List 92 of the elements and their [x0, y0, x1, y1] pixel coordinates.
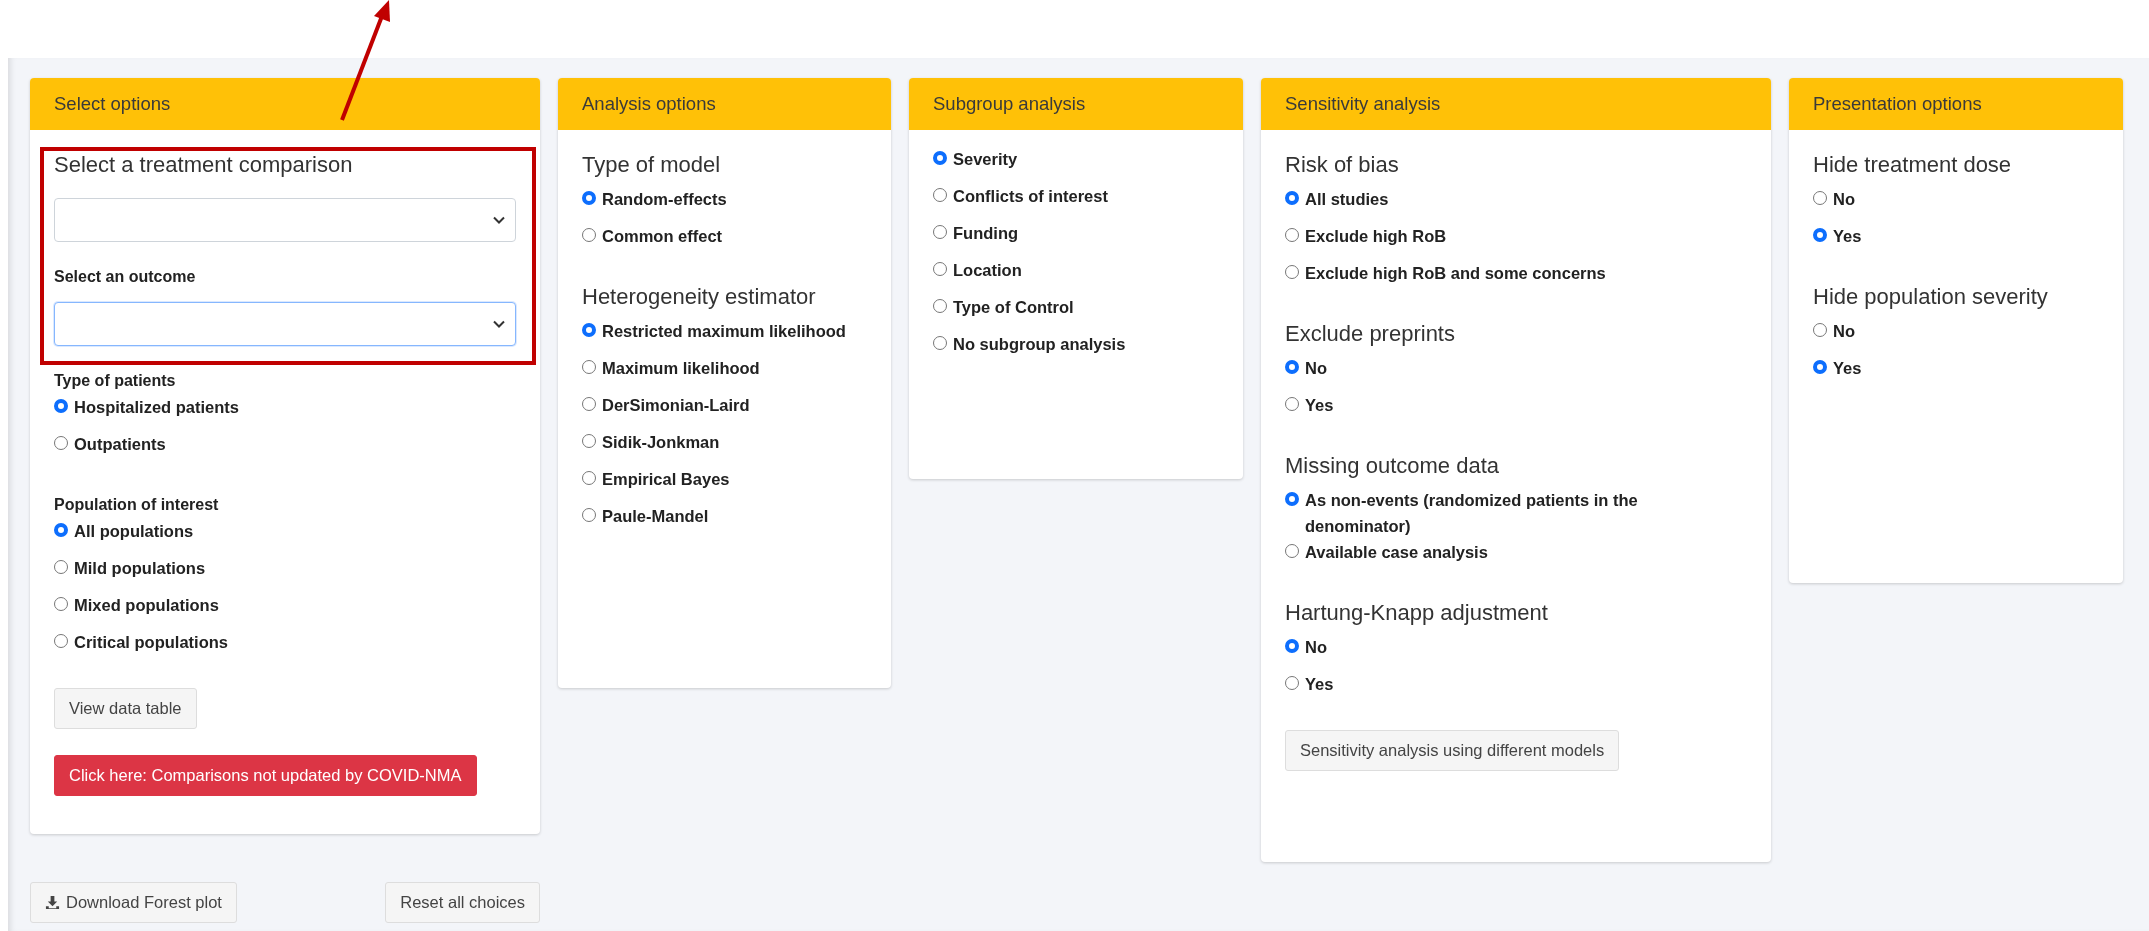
radio-label[interactable]: Severity [953, 146, 1018, 172]
radio-button[interactable] [582, 471, 596, 485]
radio-label[interactable]: Paule-Mandel [602, 503, 709, 529]
radio-button[interactable] [1285, 360, 1299, 374]
section-heading: Type of model [582, 152, 722, 178]
panel-title: Analysis options [582, 93, 716, 115]
radio-label[interactable]: Maximum likelihood [602, 355, 760, 381]
radio-label[interactable]: No [1305, 355, 1327, 381]
radio-button[interactable] [582, 323, 596, 337]
radio-button[interactable] [54, 560, 68, 574]
radio-label[interactable]: Conflicts of interest [953, 183, 1108, 209]
radio-label[interactable]: As non-events (randomized patients in the denominator) [1305, 487, 1747, 539]
radio-button[interactable] [933, 299, 947, 313]
section-heading: Select a treatment comparison [54, 152, 354, 178]
select-dropdown[interactable] [54, 302, 516, 346]
section-heading: Hide treatment dose [1813, 152, 2013, 178]
radio-label[interactable]: All populations [74, 518, 194, 544]
radio-button[interactable] [1813, 228, 1827, 242]
download-button[interactable]: Download Forest plot [30, 882, 237, 923]
radio-button[interactable] [582, 191, 596, 205]
radio-button[interactable] [1285, 397, 1299, 411]
radio-button[interactable] [1285, 191, 1299, 205]
radio-label[interactable]: Yes [1305, 392, 1334, 418]
radio-button[interactable] [582, 397, 596, 411]
radio-label[interactable]: Yes [1833, 355, 1862, 381]
radio-label[interactable]: Yes [1833, 223, 1862, 249]
radio-button[interactable] [582, 508, 596, 522]
radio-button[interactable] [54, 634, 68, 648]
radio-label[interactable]: Available case analysis [1305, 539, 1488, 565]
radio-button[interactable] [54, 399, 68, 413]
radio-label[interactable]: Restricted maximum likelihood [602, 318, 846, 344]
field-label: Type of patients [54, 372, 177, 390]
radio-button[interactable] [582, 228, 596, 242]
radio-label[interactable]: Hospitalized patients [74, 394, 240, 420]
radio-button[interactable] [54, 523, 68, 537]
radio-button[interactable] [933, 151, 947, 165]
radio-label[interactable]: Outpatients [74, 431, 166, 457]
radio-label[interactable]: Random-effects [602, 186, 727, 212]
panel-title: Subgroup analysis [933, 93, 1086, 115]
section-heading: Hide population severity [1813, 284, 2049, 310]
radio-button[interactable] [54, 597, 68, 611]
section-heading: Missing outcome data [1285, 453, 1500, 479]
field-label: Population of interest [54, 496, 220, 514]
radio-button[interactable] [933, 225, 947, 239]
radio-button[interactable] [1285, 265, 1299, 279]
radio-button[interactable] [582, 434, 596, 448]
radio-button[interactable] [1285, 639, 1299, 653]
radio-label[interactable]: No [1833, 318, 1855, 344]
radio-label[interactable]: DerSimonian-Laird [602, 392, 750, 418]
radio-button[interactable] [582, 360, 596, 374]
radio-label[interactable]: No [1305, 634, 1327, 660]
chevron-down-icon [493, 320, 505, 328]
radio-label[interactable]: Common effect [602, 223, 723, 249]
panel-title: Sensitivity analysis [1285, 93, 1441, 115]
radio-button[interactable] [933, 336, 947, 350]
section-heading: Hartung-Knapp adjustment [1285, 600, 1549, 626]
radio-label[interactable]: Location [953, 257, 1022, 283]
radio-button[interactable] [1285, 676, 1299, 690]
radio-label[interactable]: No subgroup analysis [953, 331, 1126, 357]
section-heading: Heterogeneity estimator [582, 284, 817, 310]
chevron-down-icon [493, 216, 505, 224]
radio-label[interactable]: All studies [1305, 186, 1389, 212]
radio-button[interactable] [933, 262, 947, 276]
download-icon [45, 895, 60, 910]
radio-label[interactable]: Sidik-Jonkman [602, 429, 720, 455]
action-button[interactable]: View data table [54, 688, 197, 729]
radio-label[interactable]: Type of Control [953, 294, 1074, 320]
radio-button[interactable] [1813, 323, 1827, 337]
radio-button[interactable] [1285, 544, 1299, 558]
panel-title: Presentation options [1813, 93, 1982, 115]
alert-button[interactable]: Click here: Comparisons not updated by COVID-NMA [54, 755, 477, 796]
radio-button[interactable] [54, 436, 68, 450]
radio-label[interactable]: Yes [1305, 671, 1334, 697]
panel-title: Select options [54, 93, 171, 115]
section-heading: Risk of bias [1285, 152, 1400, 178]
section-heading: Exclude preprints [1285, 321, 1456, 347]
action-button[interactable]: Sensitivity analysis using different models [1285, 730, 1620, 771]
radio-button[interactable] [1285, 492, 1299, 506]
radio-label[interactable]: Funding [953, 220, 1019, 246]
radio-label[interactable]: Exclude high RoB and some concerns [1305, 260, 1606, 286]
radio-label[interactable]: Mixed populations [74, 592, 219, 618]
radio-label[interactable]: Critical populations [74, 629, 228, 655]
reset-button[interactable]: Reset all choices [385, 882, 540, 923]
field-label: Select an outcome [54, 268, 197, 286]
radio-label[interactable]: No [1833, 186, 1855, 212]
radio-button[interactable] [1813, 360, 1827, 374]
radio-label[interactable]: Mild populations [74, 555, 206, 581]
radio-label[interactable]: Exclude high RoB [1305, 223, 1447, 249]
radio-button[interactable] [933, 188, 947, 202]
radio-button[interactable] [1285, 228, 1299, 242]
radio-label[interactable]: Empirical Bayes [602, 466, 730, 492]
radio-button[interactable] [1813, 191, 1827, 205]
